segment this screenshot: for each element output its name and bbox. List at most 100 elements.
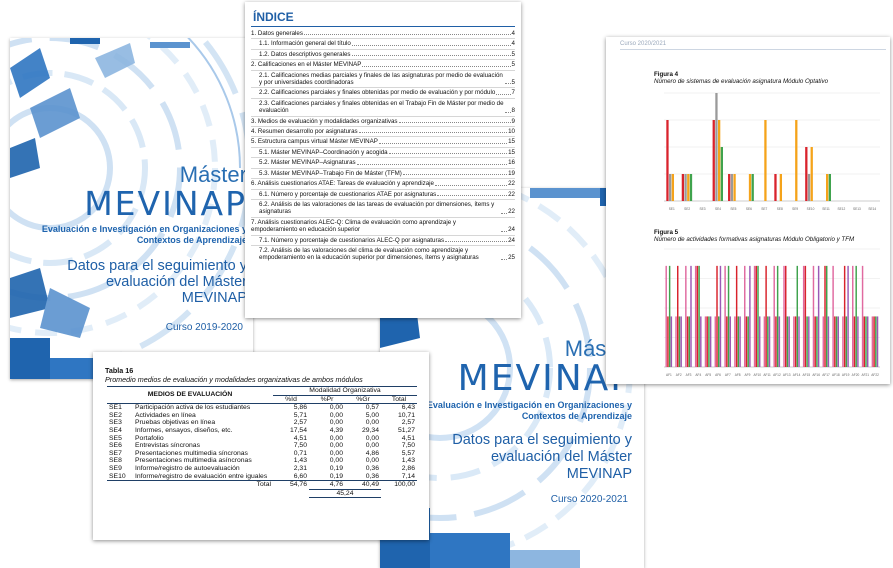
index-entry[interactable]: 3. Medios de evaluación y modalidades or… — [251, 118, 515, 125]
index-entry[interactable]: 5.1. Máster MEVINAP–Coordinación y acogi… — [251, 149, 515, 156]
index-entry-page: 22 — [508, 208, 515, 216]
index-leader-dots — [501, 230, 508, 232]
row-name: Informe/registro de autoevaluación — [135, 464, 240, 472]
bar — [835, 316, 838, 367]
cover-title: Datos para el seguimiento y evaluación d… — [452, 432, 632, 483]
cover-title: Datos para el seguimiento y evaluación d… — [67, 258, 247, 306]
row-code: SE10 — [109, 472, 126, 480]
index-entry[interactable]: 1. Datos generales 4 — [251, 30, 515, 37]
index-entry[interactable]: 6.2. Análisis de las valoraciones de las… — [251, 201, 515, 216]
bar — [805, 147, 808, 201]
row-value: 7,14 — [401, 472, 415, 480]
index-entry[interactable]: 2.2. Calificaciones parciales y finales … — [251, 89, 515, 96]
index-leader-dots — [351, 55, 511, 57]
row-value: 0,00 — [329, 442, 343, 450]
index-entry[interactable]: 5.2. Máster MEVINAP–Asignaturas 16 — [251, 159, 515, 166]
index-leader-dots — [402, 174, 508, 176]
index-entry[interactable]: 1.1. Información general del título 4 — [251, 40, 515, 47]
cover-brand: MEVINAP — [84, 184, 247, 223]
subtotal-value: 45,24 — [309, 488, 381, 499]
x-tick-label: AF9 — [745, 373, 751, 377]
x-tick-label: AF10 — [753, 373, 761, 377]
index-entry[interactable]: 4. Resumen desarrollo por asignaturas 10 — [251, 128, 515, 135]
index-entry-text: 3. Medios de evaluación y modalidades or… — [251, 117, 398, 125]
bar — [729, 316, 731, 367]
bar — [837, 316, 839, 367]
bar — [774, 174, 777, 201]
x-tick-label: AF16 — [812, 373, 820, 377]
x-tick-label: AF17 — [822, 373, 830, 377]
total-spacer — [107, 481, 133, 490]
row-name: Informes, ensayos, diseños, etc. — [135, 426, 233, 434]
bar — [798, 316, 800, 367]
index-entry-text: 2.1. Calificaciones medias parciales y f… — [259, 71, 503, 87]
index-leader-dots — [496, 93, 511, 95]
index-separator — [251, 115, 515, 117]
bar — [847, 265, 849, 367]
bar — [739, 316, 741, 367]
bar — [684, 174, 687, 201]
index-entry[interactable]: 7. Análisis cuestionarios ALEC-Q: Clima … — [251, 219, 515, 234]
bar — [734, 316, 736, 367]
index-entry[interactable]: 5.3. Máster MEVINAP–Trabajo Fin de Máste… — [251, 170, 515, 177]
index-entry-page: 5 — [511, 79, 515, 87]
row-value: 6,60 — [293, 472, 307, 480]
index-separator — [251, 157, 515, 159]
bar — [826, 174, 829, 201]
figure-4-heading: Figura 4 Número de sistemas de evaluació… — [654, 71, 828, 85]
index-entry-text: 2.2. Calificaciones parciales y finales … — [259, 89, 496, 97]
col-header: Total — [391, 395, 407, 403]
bar — [730, 174, 734, 201]
bar — [687, 174, 690, 201]
cover-page-2019: Máster MEVINAP Evaluación e Investigació… — [10, 38, 253, 379]
index-entry-text: 6.1. Número y porcentaje de cuestionario… — [259, 190, 437, 198]
index-entry[interactable]: 6. Análisis cuestionarios ATAE: Tareas d… — [251, 180, 515, 187]
x-tick-label: AF13 — [783, 373, 791, 377]
figures-page-rule — [620, 49, 886, 50]
index-page: ÍNDICE 1. Datos generales 4 1.1. Informaci… — [245, 2, 521, 318]
bar — [733, 174, 736, 201]
x-tick-label: AF14 — [793, 373, 801, 377]
index-entry[interactable]: 5. Estructura campus virtual Máster MEVI… — [251, 138, 515, 145]
bar — [853, 316, 856, 367]
x-tick-label: SE8 — [777, 207, 783, 211]
index-entry[interactable]: 6.1. Número y porcentaje de cuestionario… — [251, 191, 515, 198]
bar — [747, 316, 749, 367]
figure-5-caption: Número de actividades formativas asignat… — [654, 236, 855, 243]
x-tick-label: SE5 — [730, 207, 736, 211]
index-entry[interactable]: 2.3. Calificaciones parciales y finales … — [251, 100, 515, 115]
bar — [704, 316, 707, 367]
row-code: SE4 — [109, 426, 122, 434]
x-tick-label: SE7 — [761, 207, 767, 211]
index-separator — [251, 87, 515, 89]
bar — [758, 316, 761, 367]
bar — [700, 316, 702, 367]
index-entry-text: 5.2. Máster MEVINAP–Asignaturas — [259, 159, 356, 167]
row-value: 2,57 — [401, 419, 415, 427]
x-tick-label: AF21 — [861, 373, 869, 377]
table-row: SE5 Portafolio 4,51 0,00 0,00 4,51 — [107, 435, 417, 443]
bar — [675, 316, 677, 367]
x-tick-label: AF19 — [842, 373, 850, 377]
bar — [668, 265, 671, 367]
cover-title-line2: evaluación del Máster — [490, 449, 632, 465]
total-value: 4,76 — [329, 481, 343, 489]
bar — [690, 265, 692, 367]
x-tick-label: SE9 — [792, 207, 798, 211]
bar — [788, 316, 790, 367]
index-entry[interactable]: 2.1. Calificaciones medias parciales y f… — [251, 72, 515, 87]
bar — [810, 147, 813, 201]
bar — [714, 316, 717, 367]
bar — [778, 316, 781, 367]
row-name: Actividades en línea — [135, 411, 196, 419]
x-tick-label: SE3 — [700, 207, 706, 211]
index-entry[interactable]: 1.2. Datos descriptivos generales 5 — [251, 51, 515, 58]
bar — [677, 265, 679, 367]
index-entry[interactable]: 7.1. Número y porcentaje de cuestionario… — [251, 237, 515, 244]
index-entry[interactable]: 7.2. Análisis de las valoraciones del cl… — [251, 247, 515, 262]
bar — [716, 265, 718, 367]
bar — [863, 316, 866, 367]
index-entry[interactable]: 2. Calificaciones en el Máster MEVINAP 5 — [251, 61, 515, 68]
bar — [737, 316, 740, 367]
col-header: %Id — [285, 395, 297, 403]
